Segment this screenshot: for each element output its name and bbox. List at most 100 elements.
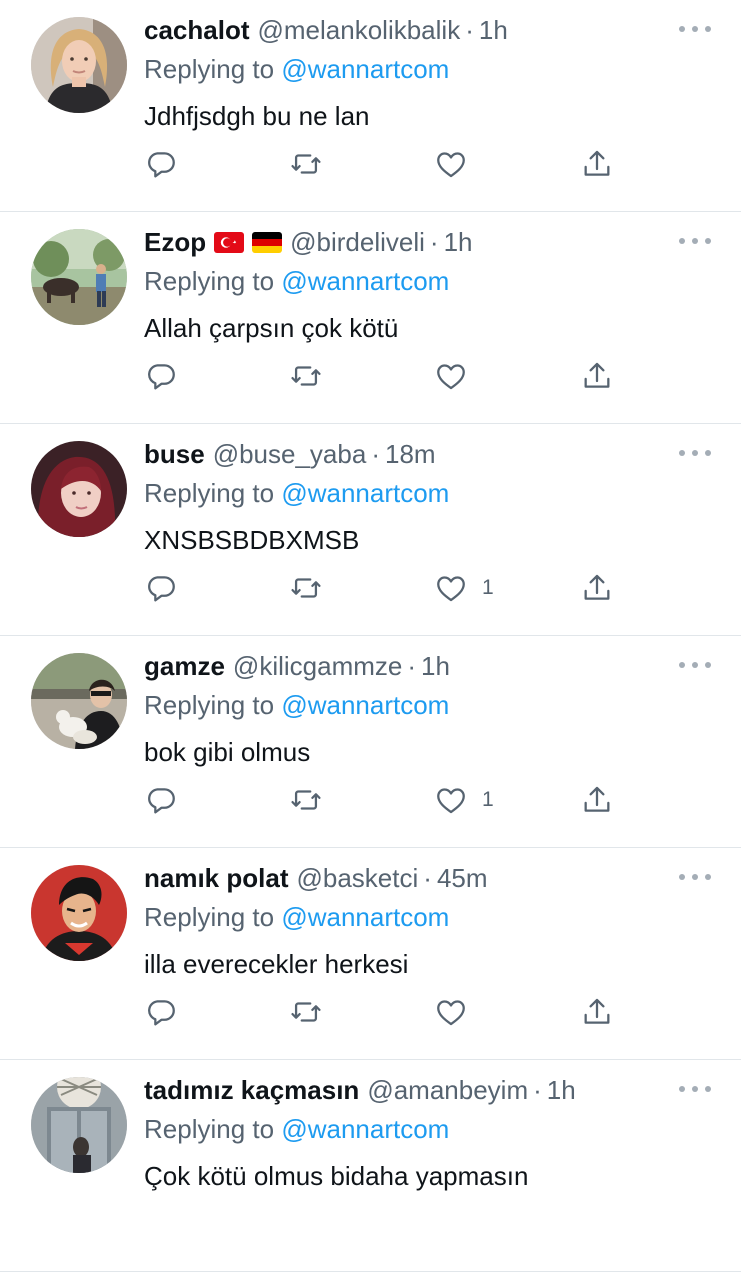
avatar[interactable] xyxy=(31,17,127,113)
mention-link[interactable]: @wannartcom xyxy=(281,1114,449,1144)
timestamp[interactable]: 18m xyxy=(385,437,436,471)
share-icon xyxy=(584,998,610,1024)
mention-link[interactable]: @wannartcom xyxy=(281,690,449,720)
username-handle[interactable]: @buse_yaba xyxy=(213,437,367,471)
reply-item[interactable]: namık polat @basketci · 45m Replying to … xyxy=(0,848,741,1060)
more-options-icon[interactable] xyxy=(679,1077,711,1101)
replying-to-line: Replying to @wannartcom xyxy=(144,1112,449,1146)
separator-dot: · xyxy=(407,651,417,681)
display-name[interactable]: cachalot xyxy=(144,13,250,47)
share-icon xyxy=(584,150,610,176)
like-count: 1 xyxy=(482,788,494,811)
heart-icon xyxy=(437,152,465,178)
retweet-button[interactable] xyxy=(289,356,323,396)
mention-link[interactable]: @wannartcom xyxy=(281,54,449,84)
avatar[interactable] xyxy=(31,441,127,537)
reply-text: illa everecekler herkesi xyxy=(144,949,409,979)
reply-header: buse @buse_yaba · 18m xyxy=(144,437,671,471)
reply-item[interactable]: Ezop @birdeliveli · 1h Replying to @wann… xyxy=(0,212,741,424)
username-handle[interactable]: @melankolikbalik xyxy=(258,13,461,47)
timestamp[interactable]: 1h xyxy=(421,649,450,683)
replying-to-label: Replying to xyxy=(144,690,275,720)
action-bar: 1 xyxy=(144,568,624,608)
share-icon xyxy=(584,786,610,812)
more-options-icon[interactable] xyxy=(679,17,711,41)
avatar[interactable] xyxy=(31,653,127,749)
username-handle[interactable]: @amanbeyim xyxy=(367,1073,528,1107)
display-name[interactable]: gamze xyxy=(144,649,225,683)
action-bar xyxy=(144,992,624,1032)
heart-icon xyxy=(437,1000,465,1026)
action-bar: 1 xyxy=(144,780,624,820)
username-handle[interactable]: @basketci xyxy=(296,861,418,895)
reply-button[interactable] xyxy=(144,356,178,396)
retweet-button[interactable] xyxy=(289,144,323,184)
avatar[interactable] xyxy=(31,1077,127,1173)
timestamp[interactable]: 45m xyxy=(437,861,488,895)
reply-icon xyxy=(148,364,175,390)
reply-header: tadımız kaçmasın @amanbeyim · 1h xyxy=(144,1073,671,1107)
heart-icon xyxy=(437,576,465,602)
like-button[interactable]: 1 xyxy=(434,568,494,608)
share-button[interactable] xyxy=(580,568,614,608)
reply-button[interactable] xyxy=(144,144,178,184)
like-button[interactable] xyxy=(434,356,482,396)
replying-to-line: Replying to @wannartcom xyxy=(144,476,449,510)
reply-text: Allah çarpsın çok kötü xyxy=(144,313,399,343)
retweet-button[interactable] xyxy=(289,992,323,1032)
reply-button[interactable] xyxy=(144,568,178,608)
retweet-icon xyxy=(291,578,321,598)
timestamp[interactable]: 1h xyxy=(444,225,473,259)
reply-header: namık polat @basketci · 45m xyxy=(144,861,671,895)
display-name[interactable]: namık polat xyxy=(144,861,288,895)
avatar[interactable] xyxy=(31,865,127,961)
reply-feed: cachalot @melankolikbalik · 1h Replying … xyxy=(0,0,741,1272)
like-count: 1 xyxy=(482,576,494,599)
reply-header: cachalot @melankolikbalik · 1h xyxy=(144,13,671,47)
heart-icon xyxy=(437,788,465,814)
share-button[interactable] xyxy=(580,780,614,820)
share-button[interactable] xyxy=(580,992,614,1032)
share-icon xyxy=(584,574,610,600)
avatar[interactable] xyxy=(31,229,127,325)
reply-icon xyxy=(148,1000,175,1026)
reply-icon xyxy=(148,152,175,178)
username-handle[interactable]: @kilicgammze xyxy=(233,649,402,683)
replying-to-label: Replying to xyxy=(144,478,275,508)
mention-link[interactable]: @wannartcom xyxy=(281,266,449,296)
more-options-icon[interactable] xyxy=(679,229,711,253)
reply-button[interactable] xyxy=(144,780,178,820)
like-button[interactable] xyxy=(434,144,482,184)
like-button[interactable]: 1 xyxy=(434,780,494,820)
display-name[interactable]: tadımız kaçmasın xyxy=(144,1073,359,1107)
share-button[interactable] xyxy=(580,144,614,184)
mention-link[interactable]: @wannartcom xyxy=(281,478,449,508)
username-handle[interactable]: @birdeliveli xyxy=(290,225,425,259)
replying-to-line: Replying to @wannartcom xyxy=(144,900,449,934)
reply-header: gamze @kilicgammze · 1h xyxy=(144,649,671,683)
reply-item[interactable]: buse @buse_yaba · 18m Replying to @wanna… xyxy=(0,424,741,636)
reply-item[interactable]: tadımız kaçmasın @amanbeyim · 1h Replyin… xyxy=(0,1060,741,1272)
more-options-icon[interactable] xyxy=(679,653,711,677)
retweet-button[interactable] xyxy=(289,568,323,608)
reply-item[interactable]: cachalot @melankolikbalik · 1h Replying … xyxy=(0,0,741,212)
reply-text: Çok kötü olmus bidaha yapmasın xyxy=(144,1161,529,1191)
timestamp[interactable]: 1h xyxy=(547,1073,576,1107)
share-button[interactable] xyxy=(580,356,614,396)
share-icon xyxy=(584,362,610,388)
mention-link[interactable]: @wannartcom xyxy=(281,902,449,932)
display-name[interactable]: Ezop xyxy=(144,225,206,259)
replying-to-label: Replying to xyxy=(144,54,275,84)
more-options-icon[interactable] xyxy=(679,441,711,465)
retweet-button[interactable] xyxy=(289,780,323,820)
replying-to-line: Replying to @wannartcom xyxy=(144,688,449,722)
reply-button[interactable] xyxy=(144,992,178,1032)
like-button[interactable] xyxy=(434,992,482,1032)
more-options-icon[interactable] xyxy=(679,865,711,889)
timestamp[interactable]: 1h xyxy=(479,13,508,47)
reply-item[interactable]: gamze @kilicgammze · 1h Replying to @wan… xyxy=(0,636,741,848)
heart-icon xyxy=(437,364,465,390)
action-bar xyxy=(144,144,624,184)
display-name[interactable]: buse xyxy=(144,437,205,471)
separator-dot: · xyxy=(533,1075,542,1105)
